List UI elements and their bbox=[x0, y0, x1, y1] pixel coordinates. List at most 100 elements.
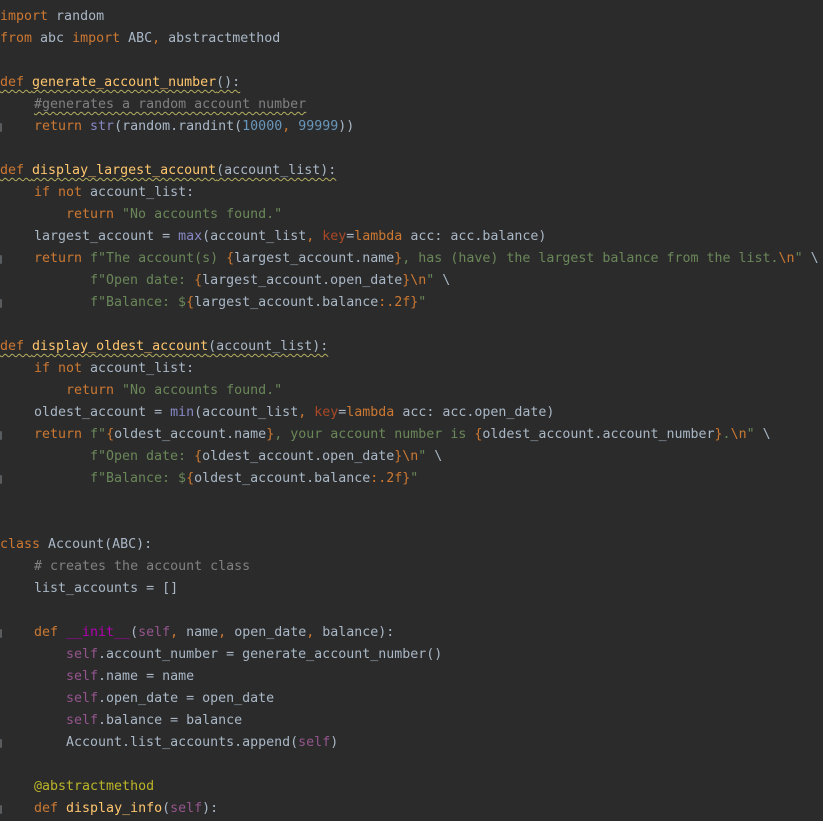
code-text: #generates a random account number bbox=[34, 94, 306, 116]
code-line[interactable]: return "No accounts found." bbox=[0, 204, 823, 226]
code-text: f"Balance: ${oldest_account.balance:.2f}… bbox=[90, 468, 418, 490]
code-line[interactable]: return str(random.randint(10000, 99999)) bbox=[0, 116, 823, 138]
code-token: self bbox=[66, 713, 99, 728]
code-line[interactable]: Account.list_accounts.append(self) bbox=[0, 732, 823, 754]
code-token: def bbox=[0, 339, 33, 354]
code-line[interactable]: return f"{oldest_account.name}, your acc… bbox=[0, 424, 823, 446]
code-line[interactable] bbox=[0, 138, 823, 160]
fold-marker-icon[interactable] bbox=[0, 475, 2, 484]
fold-marker-icon[interactable] bbox=[0, 739, 2, 748]
code-line[interactable]: import random bbox=[0, 6, 823, 28]
code-line[interactable]: def display_info(self): bbox=[0, 798, 823, 820]
code-line[interactable]: f"Balance: ${oldest_account.balance:.2f}… bbox=[0, 468, 823, 490]
code-line[interactable]: if not account_list: bbox=[0, 182, 823, 204]
code-token: import bbox=[72, 31, 121, 46]
code-token: abstractmethod bbox=[160, 31, 281, 46]
code-line[interactable]: def __init__(self, name, open_date, bala… bbox=[0, 622, 823, 644]
code-token: )) bbox=[338, 119, 355, 134]
code-token: largest_account.open_date bbox=[202, 273, 403, 288]
fold-marker-icon[interactable] bbox=[0, 629, 2, 638]
code-token: ( bbox=[162, 801, 171, 816]
code-token: , bbox=[218, 625, 235, 640]
code-line[interactable]: f"Open date: {largest_account.open_date}… bbox=[0, 270, 823, 292]
code-token: display_info bbox=[66, 801, 163, 816]
code-token: oldest_account.name bbox=[114, 427, 267, 442]
code-token: from bbox=[0, 31, 33, 46]
code-token: .open_date = open_date bbox=[98, 691, 275, 706]
code-token: largest_account.balance bbox=[194, 295, 379, 310]
code-text: @abstractmethod bbox=[34, 776, 154, 798]
code-token: return bbox=[34, 427, 91, 442]
code-token: \n bbox=[410, 273, 427, 288]
code-token: __init__ bbox=[66, 625, 131, 640]
code-text: return str(random.randint(10000, 99999)) bbox=[34, 116, 354, 138]
code-token: min bbox=[170, 405, 195, 420]
code-text: def display_oldest_account(account_list)… bbox=[0, 336, 328, 358]
code-line[interactable]: def display_oldest_account(account_list)… bbox=[0, 336, 823, 358]
code-text: if not account_list: bbox=[34, 358, 194, 380]
code-token: acc: acc.open_date) bbox=[402, 405, 555, 420]
code-text: def generate_account_number(): bbox=[0, 72, 240, 94]
code-line[interactable] bbox=[0, 754, 823, 776]
code-text: self.open_date = open_date bbox=[66, 688, 274, 710]
code-line[interactable]: class Account(ABC): bbox=[0, 534, 823, 556]
fold-marker-icon[interactable] bbox=[0, 431, 2, 440]
code-text: class Account(ABC): bbox=[0, 534, 152, 556]
fold-marker-icon[interactable] bbox=[0, 299, 2, 308]
code-line[interactable]: largest_account = max(account_list, key=… bbox=[0, 226, 823, 248]
code-line[interactable]: oldest_account = min(account_list, key=l… bbox=[0, 402, 823, 424]
code-line[interactable]: list_accounts = [] bbox=[0, 578, 823, 600]
code-token: lambda bbox=[354, 229, 411, 244]
code-token: " bbox=[418, 295, 427, 310]
code-token: , bbox=[170, 625, 187, 640]
code-token: oldest_account = bbox=[34, 405, 171, 420]
code-line[interactable]: def display_largest_account(account_list… bbox=[0, 160, 823, 182]
code-token: abc bbox=[32, 31, 73, 46]
code-token: display_oldest_account bbox=[32, 339, 209, 354]
code-token: acc: acc.balance) bbox=[410, 229, 547, 244]
code-token: (account_list bbox=[194, 405, 299, 420]
code-token: lambda bbox=[346, 405, 403, 420]
code-line[interactable]: self.account_number = generate_account_n… bbox=[0, 644, 823, 666]
code-token: self bbox=[170, 801, 203, 816]
code-line[interactable]: from abc import ABC, abstractmethod bbox=[0, 28, 823, 50]
fold-marker-icon[interactable] bbox=[0, 255, 2, 264]
code-token: self bbox=[298, 735, 331, 750]
code-token: random bbox=[48, 9, 105, 24]
code-token: max bbox=[178, 229, 203, 244]
fold-marker-icon[interactable] bbox=[0, 123, 2, 132]
fold-marker-icon[interactable] bbox=[0, 805, 2, 814]
code-token: " bbox=[794, 251, 803, 266]
code-line[interactable]: f"Balance: ${largest_account.balance:.2f… bbox=[0, 292, 823, 314]
code-token: \n bbox=[730, 427, 747, 442]
code-line[interactable]: self.balance = balance bbox=[0, 710, 823, 732]
code-line[interactable] bbox=[0, 314, 823, 336]
code-text: # creates the account class bbox=[34, 556, 250, 578]
code-text: return "No accounts found." bbox=[66, 380, 282, 402]
code-token: self bbox=[138, 625, 171, 640]
code-token: { bbox=[186, 295, 195, 310]
code-token: return bbox=[34, 119, 91, 134]
code-line[interactable]: return "No accounts found." bbox=[0, 380, 823, 402]
code-line[interactable]: def generate_account_number(): bbox=[0, 72, 823, 94]
code-token: oldest_account.open_date bbox=[202, 449, 395, 464]
code-token: { bbox=[194, 449, 203, 464]
code-line[interactable]: if not account_list: bbox=[0, 358, 823, 380]
code-line[interactable] bbox=[0, 512, 823, 534]
code-line[interactable]: #generates a random account number bbox=[0, 94, 823, 116]
code-line[interactable]: return f"The account(s) {largest_account… bbox=[0, 248, 823, 270]
code-line[interactable] bbox=[0, 50, 823, 72]
code-text: self.balance = balance bbox=[66, 710, 242, 732]
code-line[interactable]: self.open_date = open_date bbox=[0, 688, 823, 710]
code-token: " bbox=[746, 427, 755, 442]
code-line[interactable] bbox=[0, 490, 823, 512]
code-text: if not account_list: bbox=[34, 182, 194, 204]
code-token: str bbox=[90, 119, 115, 134]
code-line[interactable]: @abstractmethod bbox=[0, 776, 823, 798]
code-text: list_accounts = [] bbox=[34, 578, 178, 600]
code-editor[interactable]: import random from abc import ABC, abstra… bbox=[0, 6, 823, 821]
code-line[interactable]: # creates the account class bbox=[0, 556, 823, 578]
code-line[interactable]: f"Open date: {oldest_account.open_date}\… bbox=[0, 446, 823, 468]
code-line[interactable]: self.name = name bbox=[0, 666, 823, 688]
code-line[interactable] bbox=[0, 600, 823, 622]
